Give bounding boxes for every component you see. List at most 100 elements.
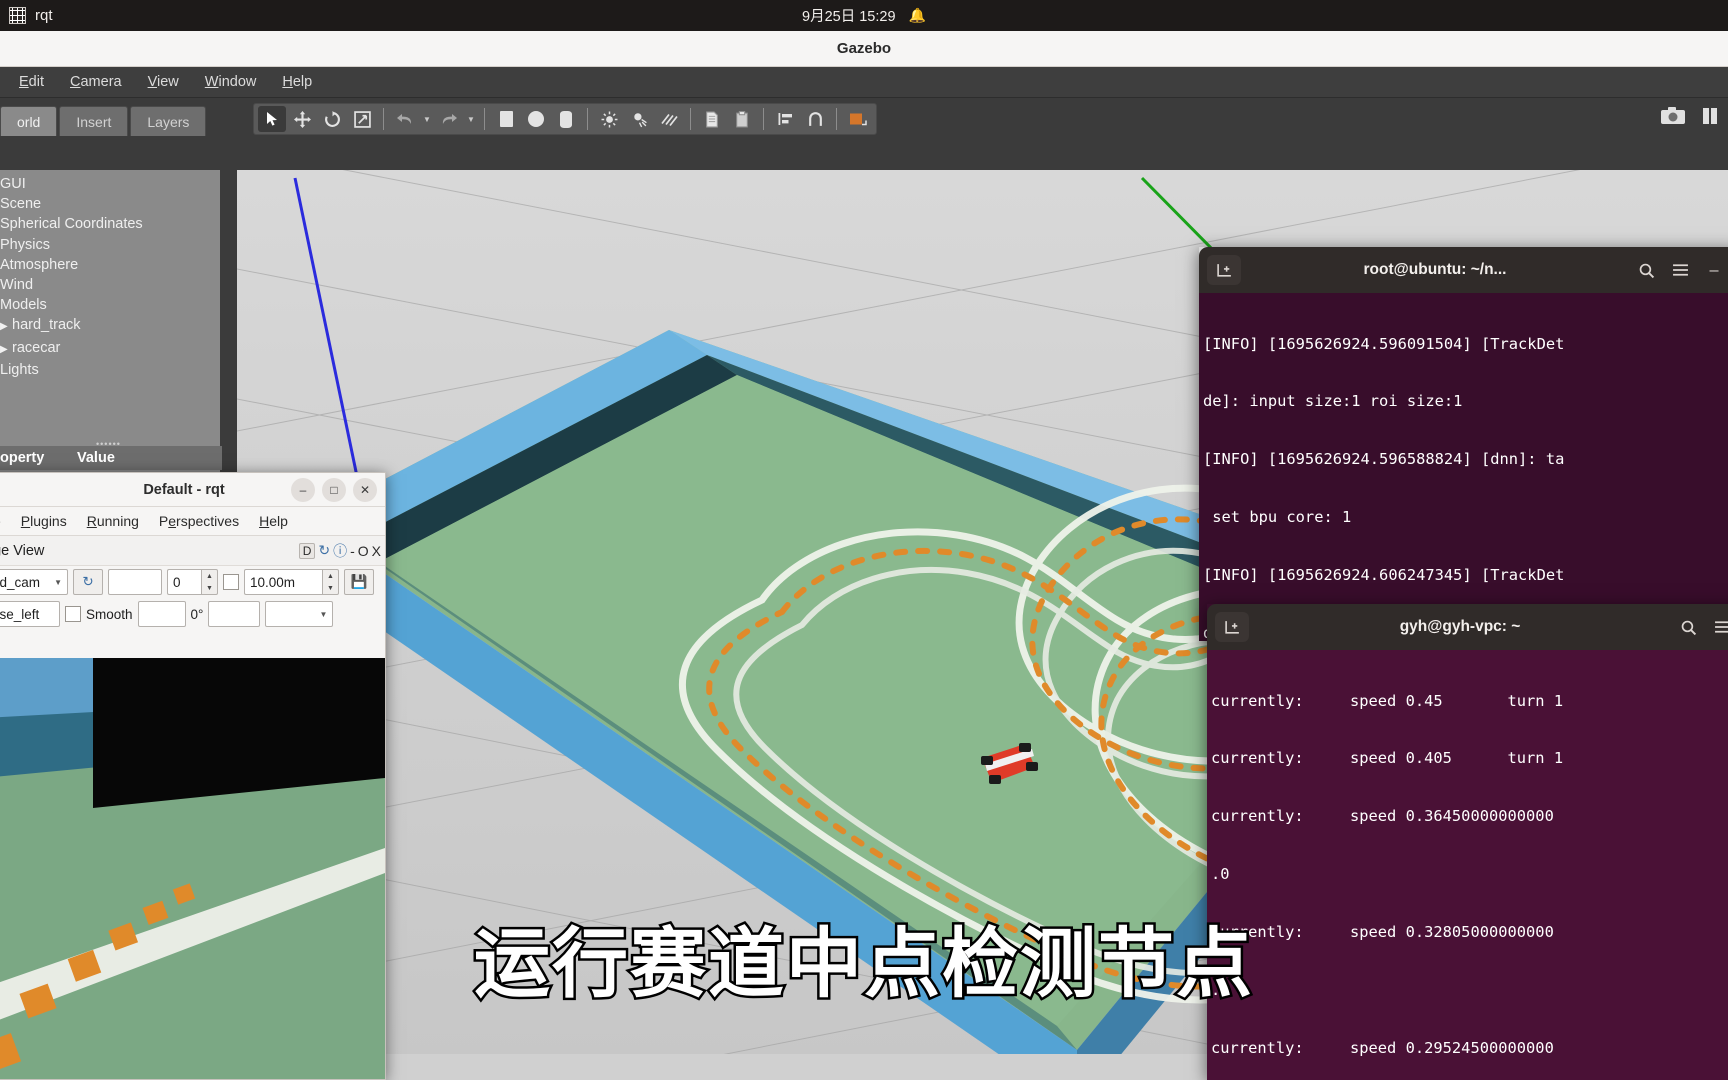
search-icon[interactable] <box>1671 612 1705 642</box>
expand-arrow-icon[interactable]: ▶ <box>0 341 12 359</box>
select-arrow-icon[interactable] <box>258 106 286 132</box>
rotate-icon[interactable] <box>318 106 346 132</box>
spot-light-icon[interactable] <box>625 106 653 132</box>
terminal-header: gyh@gyh-vpc: ~ <box>1207 604 1728 650</box>
range-checkbox[interactable] <box>223 574 239 590</box>
smooth-field[interactable] <box>137 601 186 627</box>
tail-combo[interactable]: ▼ <box>265 601 334 627</box>
close-icon[interactable]: X <box>372 543 381 559</box>
dock-icon[interactable]: D <box>298 542 316 559</box>
clock-label[interactable]: 9月25日 15:29 <box>802 5 896 26</box>
rqt-menu-help[interactable]: Help <box>249 509 298 533</box>
undo-dropdown-caret-icon[interactable]: ▼ <box>421 106 433 132</box>
undo-icon[interactable] <box>391 106 419 132</box>
close-icon[interactable]: ✕ <box>353 478 377 502</box>
tree-item-hard-track[interactable]: ▶ hard_track <box>0 315 220 337</box>
blank-field[interactable] <box>108 569 162 595</box>
refresh-button[interactable]: ↻ <box>73 569 103 595</box>
tree-item-racecar[interactable]: ▶ racecar <box>0 338 220 360</box>
topic-combo[interactable]: ed_cam ▼ <box>0 569 68 595</box>
tree-item-models[interactable]: Models <box>0 295 220 315</box>
scale-icon[interactable] <box>348 106 376 132</box>
minimize-icon[interactable]: – <box>291 478 315 502</box>
rqt-menubar: e Plugins Running Perspectives Help <box>0 507 385 536</box>
panel-splitter-handle[interactable]: •••••• <box>96 439 126 449</box>
tree-item-scene[interactable]: Scene <box>0 194 220 214</box>
menu-help[interactable]: Help <box>269 70 325 94</box>
expand-arrow-icon[interactable]: ▶ <box>0 318 12 336</box>
smooth-checkbox[interactable] <box>65 606 81 622</box>
tree-item-spherical-coordinates[interactable]: Spherical Coordinates <box>0 214 220 234</box>
align-icon[interactable] <box>771 106 799 132</box>
menu-edit[interactable]: Edit <box>6 70 57 94</box>
copy-icon[interactable] <box>698 106 726 132</box>
tree-item-physics[interactable]: Physics <box>0 235 220 255</box>
chevron-down-icon[interactable]: ▼ <box>54 578 62 587</box>
help-icon[interactable]: ⓘ <box>333 541 347 561</box>
tab-layers[interactable]: Layers <box>130 106 207 136</box>
menu-icon[interactable] <box>1663 255 1697 285</box>
rqt-window-title: Default - rqt <box>143 481 225 498</box>
translate-icon[interactable] <box>288 106 316 132</box>
screenshot-camera-icon[interactable] <box>1660 106 1686 132</box>
terminal-title: root@ubuntu: ~/n... <box>1363 261 1507 278</box>
left-combo[interactable]: use_left <box>0 601 60 627</box>
rqt-image-view[interactable] <box>0 658 385 1079</box>
minus-icon[interactable]: - <box>350 543 355 559</box>
gazebo-titlebar: Gazebo <box>0 31 1728 67</box>
chevron-down-icon[interactable]: ▼ <box>320 610 328 619</box>
directional-light-icon[interactable] <box>655 106 683 132</box>
maximize-icon[interactable]: □ <box>322 478 346 502</box>
rqt-menu-plugins[interactable]: Plugins <box>11 509 77 533</box>
search-icon[interactable] <box>1629 255 1663 285</box>
menu-window[interactable]: Window <box>192 70 270 94</box>
redo-dropdown-caret-icon[interactable]: ▼ <box>465 106 477 132</box>
terminal-line: .0 <box>1211 865 1230 884</box>
range-spinbox[interactable]: 10.00m ▲ ▼ <box>244 569 339 595</box>
menu-view[interactable]: View <box>135 70 192 94</box>
new-tab-icon[interactable] <box>1207 255 1241 285</box>
smooth-label: Smooth <box>86 606 133 622</box>
tab-world[interactable]: orld <box>0 106 58 136</box>
tree-item-lights[interactable]: Lights <box>0 360 220 380</box>
toolbar-separator <box>383 108 384 130</box>
terminal-output[interactable]: [INFO] [1695626924.596091504] [TrackDet … <box>1199 293 1728 641</box>
log-record-icon[interactable] <box>1702 106 1718 132</box>
value-column-header: Value <box>77 450 115 466</box>
toolbar-separator <box>484 108 485 130</box>
sphere-shape-icon[interactable] <box>522 106 550 132</box>
menu-icon[interactable] <box>1705 612 1728 642</box>
change-view-icon[interactable] <box>844 106 872 132</box>
tree-item-gui[interactable]: GUI <box>0 174 220 194</box>
bell-icon[interactable]: 🔔 <box>909 7 926 24</box>
rqt-menu-perspectives[interactable]: Perspectives <box>149 509 249 533</box>
menu-camera[interactable]: Camera <box>57 70 135 94</box>
spin-arrows-icon[interactable]: ▲ ▼ <box>201 569 218 595</box>
angle-field[interactable] <box>208 601 261 627</box>
toolbar-separator <box>690 108 691 130</box>
index-spin-value: 0 <box>173 574 181 590</box>
save-image-button[interactable]: 💾 <box>344 569 374 595</box>
new-tab-icon[interactable] <box>1215 612 1249 642</box>
terminal-line: de]: input size:1 roi size:1 <box>1203 392 1463 411</box>
float-icon[interactable]: O <box>358 543 369 559</box>
rqt-menu-file[interactable]: e <box>0 509 11 533</box>
index-spinbox[interactable]: 0 ▲ ▼ <box>167 569 218 595</box>
spin-arrows-icon[interactable]: ▲ ▼ <box>322 569 339 595</box>
point-light-icon[interactable] <box>595 106 623 132</box>
terminal-line: currently: speed 0.45 turn 1 <box>1211 691 1564 710</box>
tree-item-wind[interactable]: Wind <box>0 275 220 295</box>
tree-item-atmosphere[interactable]: Atmosphere <box>0 255 220 275</box>
paste-icon[interactable] <box>728 106 756 132</box>
terminal-output[interactable]: currently: speed 0.45 turn 1 currently: … <box>1207 650 1728 1080</box>
ubuntu-top-bar: rqt 9月25日 15:29 🔔 <box>0 0 1728 31</box>
redo-icon[interactable] <box>435 106 463 132</box>
cylinder-shape-icon[interactable] <box>552 106 580 132</box>
rqt-menu-running[interactable]: Running <box>77 509 149 533</box>
ubuntu-app-indicator[interactable]: rqt <box>0 7 53 24</box>
box-shape-icon[interactable] <box>492 106 520 132</box>
refresh-icon[interactable]: ↻ <box>318 542 330 559</box>
minimize-icon[interactable]: – <box>1697 255 1728 285</box>
snap-icon[interactable] <box>801 106 829 132</box>
tab-insert[interactable]: Insert <box>59 106 129 136</box>
